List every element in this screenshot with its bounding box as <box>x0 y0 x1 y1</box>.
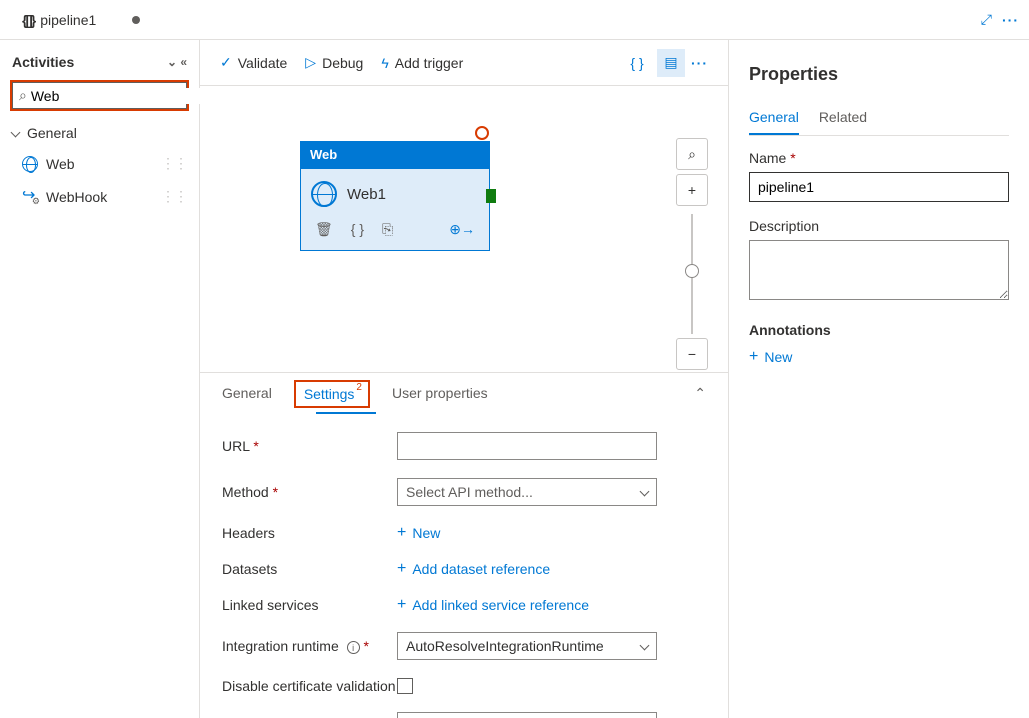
detail-tabs: General Settings 2 User properties ⌃ <box>200 372 728 414</box>
zoom-fit-button[interactable]: ⌕ <box>676 138 708 170</box>
properties-title: Properties <box>749 56 1009 95</box>
add-linked-service-button[interactable]: + Add linked service reference <box>397 596 589 614</box>
node-body: Web1 🗑 { } ⎘ ⊕→ <box>300 168 490 251</box>
name-field-label: Name <box>749 150 1009 166</box>
chevron-down-icon <box>12 125 23 141</box>
lightning-icon: ϟ <box>381 55 388 71</box>
collapse-panel-icon[interactable]: ⌄ « <box>167 55 187 69</box>
add-dataset-button[interactable]: + Add dataset reference <box>397 560 550 578</box>
chevron-down-icon <box>641 484 648 500</box>
activity-item-webhook[interactable]: ⚙ WebHook ⋮⋮ <box>0 180 199 213</box>
activity-label: WebHook <box>46 189 107 205</box>
url-label: URL <box>222 438 397 454</box>
disable-cert-checkbox[interactable] <box>397 678 413 694</box>
disable-cert-label: Disable certificate validation <box>222 678 397 694</box>
play-icon: ▷ <box>305 54 316 71</box>
grip-icon: ⋮⋮ <box>161 188 187 205</box>
webhook-icon: ⚙ <box>22 189 38 205</box>
expand-icon[interactable]: ⤢ <box>981 11 992 28</box>
properties-toggle-button[interactable]: ▤ <box>657 49 685 77</box>
search-highlight: ⌕ <box>10 80 189 111</box>
web-activity-node[interactable]: Web Web1 🗑 { } ⎘ ⊕→ <box>300 141 490 251</box>
check-icon: ✓ <box>220 54 232 71</box>
settings-highlight: Settings 2 <box>294 380 370 408</box>
more-icon[interactable]: ··· <box>1002 12 1019 28</box>
validate-button[interactable]: ✓ Validate <box>220 54 287 71</box>
pipeline-name-input[interactable] <box>749 172 1009 202</box>
plus-icon: + <box>397 596 406 614</box>
zoom-controls: ⌕ + − <box>676 138 708 372</box>
integration-runtime-label: Integration runtime i <box>222 638 397 654</box>
description-input[interactable] <box>749 240 1009 300</box>
tab-user-properties[interactable]: User properties <box>392 373 488 414</box>
activity-item-web[interactable]: Web ⋮⋮ <box>0 147 199 180</box>
description-field-label: Description <box>749 218 1009 234</box>
activities-search-input[interactable] <box>31 88 212 104</box>
output-handle[interactable] <box>486 189 496 203</box>
pipeline-tab-title: pipeline1 <box>40 12 96 28</box>
tab-settings[interactable]: Settings 2 <box>304 386 360 402</box>
pipeline-canvas[interactable]: Web Web1 🗑 { } ⎘ ⊕→ ⌕ + <box>200 86 728 372</box>
properties-panel: Properties General Related Name Descript… <box>729 40 1029 718</box>
pipeline-icon: {[]} <box>22 12 34 28</box>
editor-tabs-bar: {[]} pipeline1 ⤢ ··· <box>0 0 1029 40</box>
plus-icon: + <box>397 560 406 578</box>
activities-search[interactable]: ⌕ <box>12 82 187 109</box>
add-header-button[interactable]: + New <box>397 524 440 542</box>
code-icon[interactable]: { } <box>351 221 364 238</box>
activity-label: Web <box>46 156 75 172</box>
designer-panel: ✓ Validate ▷ Debug ϟ Add trigger { } ▤ ·… <box>200 40 729 718</box>
zoom-out-button[interactable]: − <box>676 338 708 370</box>
tab-general[interactable]: General <box>222 373 272 414</box>
pipeline-toolbar: ✓ Validate ▷ Debug ϟ Add trigger { } ▤ ·… <box>200 40 728 86</box>
plus-icon: + <box>397 524 406 542</box>
pipeline-tab[interactable]: {[]} pipeline1 <box>10 0 152 39</box>
node-name: Web1 <box>347 186 386 203</box>
unsaved-indicator-icon <box>132 16 140 24</box>
annotations-label: Annotations <box>749 322 1009 338</box>
info-icon[interactable]: i <box>347 641 360 654</box>
zoom-in-button[interactable]: + <box>676 174 708 206</box>
headers-label: Headers <box>222 525 397 541</box>
plus-icon: + <box>749 348 758 366</box>
grip-icon: ⋮⋮ <box>161 155 187 172</box>
properties-tabs: General Related <box>749 109 1009 136</box>
add-annotation-button[interactable]: + New <box>749 348 1009 366</box>
linked-services-label: Linked services <box>222 597 397 613</box>
annotation-circle-icon <box>475 126 489 140</box>
zoom-slider[interactable] <box>691 214 693 334</box>
section-general[interactable]: General <box>0 119 199 147</box>
execute-icon[interactable]: ⊕→ <box>449 221 475 238</box>
url-input[interactable] <box>397 432 657 460</box>
search-icon: ⌕ <box>19 87 27 104</box>
zoom-thumb[interactable] <box>685 264 699 278</box>
method-select[interactable]: Select API method... <box>397 478 657 506</box>
settings-error-badge: 2 <box>356 382 362 393</box>
activities-title: Activities <box>12 54 74 70</box>
add-trigger-button[interactable]: ϟ Add trigger <box>381 55 463 71</box>
activities-panel: Activities ⌄ « ⌕ General Web ⋮⋮ ⚙ WebHoo… <box>0 40 200 718</box>
globe-icon <box>311 181 337 207</box>
delete-icon[interactable]: 🗑 <box>315 221 333 238</box>
chevron-down-icon <box>641 638 648 654</box>
authentication-select[interactable]: None <box>397 712 657 718</box>
toolbar-more-icon[interactable]: ··· <box>691 55 708 71</box>
node-type-label: Web <box>300 141 490 168</box>
code-view-button[interactable]: { } <box>623 49 651 77</box>
debug-button[interactable]: ▷ Debug <box>305 54 363 71</box>
ptab-general[interactable]: General <box>749 109 799 135</box>
integration-runtime-select[interactable]: AutoResolveIntegrationRuntime <box>397 632 657 660</box>
settings-form: URL Method Select API method... Headers … <box>200 414 728 718</box>
ptab-related[interactable]: Related <box>819 109 867 135</box>
datasets-label: Datasets <box>222 561 397 577</box>
globe-icon <box>22 156 38 172</box>
collapse-details-icon[interactable]: ⌃ <box>694 385 706 402</box>
method-label: Method <box>222 484 397 500</box>
copy-icon[interactable]: ⎘ <box>382 221 393 238</box>
